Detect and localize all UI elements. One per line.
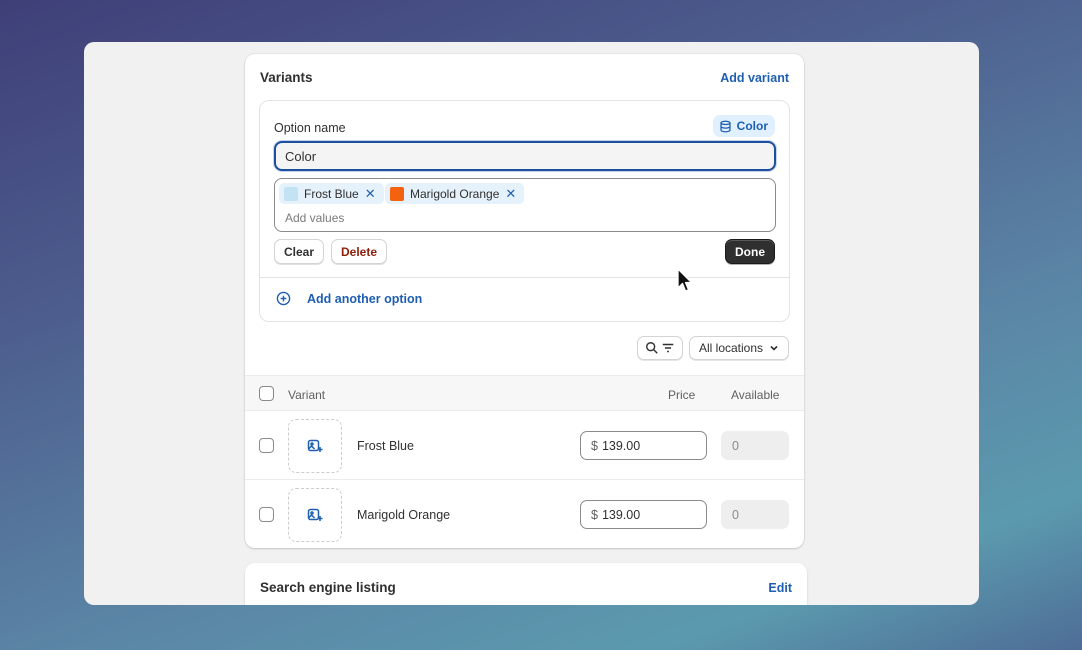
- header-variant: Variant: [288, 388, 326, 402]
- image-add-icon: [307, 439, 323, 452]
- available-field: 0: [721, 500, 789, 529]
- seo-card-title: Search engine listing: [260, 580, 396, 595]
- table-row: Marigold Orange $ 139.00 0: [245, 480, 804, 548]
- plus-circle-icon: [276, 291, 291, 306]
- add-values-input[interactable]: [285, 209, 585, 227]
- price-value: 139.00: [601, 438, 641, 453]
- app-window: Variants Add variant Option name Color F…: [84, 42, 979, 605]
- delete-button[interactable]: Delete: [331, 239, 388, 264]
- price-value: 139.00: [601, 507, 641, 522]
- locations-label: All locations: [698, 341, 764, 355]
- image-add-icon: [307, 508, 323, 521]
- value-tag-marigold-orange: Marigold Orange ✕: [385, 183, 525, 204]
- variants-card: Variants Add variant Option name Color F…: [245, 54, 804, 548]
- variants-card-title: Variants: [260, 70, 313, 85]
- option-name-label: Option name: [274, 121, 346, 135]
- currency-symbol: $: [591, 438, 598, 453]
- price-input[interactable]: $ 139.00: [580, 500, 707, 529]
- seo-edit-link[interactable]: Edit: [768, 581, 792, 595]
- row-checkbox[interactable]: [259, 507, 274, 522]
- value-tag-frost-blue: Frost Blue ✕: [279, 183, 384, 204]
- remove-value-icon[interactable]: ✕: [505, 187, 516, 200]
- database-icon: [720, 120, 731, 132]
- row-checkbox[interactable]: [259, 438, 274, 453]
- add-image-button[interactable]: [288, 488, 342, 542]
- metafield-badge[interactable]: Color: [712, 115, 775, 137]
- variants-table-header: Variant Price Available: [245, 375, 804, 411]
- add-another-option-label: Add another option: [307, 291, 423, 306]
- locations-select[interactable]: All locations: [689, 336, 789, 360]
- done-button[interactable]: Done: [725, 239, 775, 264]
- available-field: 0: [721, 431, 789, 460]
- value-tag-label: Frost Blue: [304, 186, 359, 201]
- divider: [260, 277, 789, 278]
- metafield-badge-label: Color: [736, 119, 768, 133]
- value-tag-label: Marigold Orange: [410, 186, 500, 201]
- price-input[interactable]: $ 139.00: [580, 431, 707, 460]
- color-swatch: [284, 186, 298, 201]
- table-row: Frost Blue $ 139.00 0: [245, 411, 804, 480]
- add-image-button[interactable]: [288, 419, 342, 473]
- currency-symbol: $: [591, 507, 598, 522]
- variant-name: Frost Blue: [357, 439, 414, 453]
- option-name-input[interactable]: [274, 141, 776, 171]
- header-available: Available: [731, 388, 780, 402]
- search-filter-button[interactable]: [637, 336, 683, 360]
- option-editor: Option name Color Frost Blue ✕ Ma: [259, 100, 790, 322]
- search-icon: [646, 342, 658, 354]
- search-engine-listing-card: Search engine listing Edit: [245, 563, 807, 605]
- color-swatch: [390, 186, 404, 201]
- select-all-checkbox[interactable]: [259, 386, 274, 401]
- chevron-down-icon: [770, 345, 778, 351]
- remove-value-icon[interactable]: ✕: [365, 187, 376, 200]
- option-values-field[interactable]: Frost Blue ✕ Marigold Orange ✕: [274, 178, 776, 232]
- clear-button[interactable]: Clear: [274, 239, 325, 264]
- variant-name: Marigold Orange: [357, 508, 451, 522]
- add-another-option-button[interactable]: Add another option: [276, 291, 422, 306]
- filter-icon: [662, 343, 674, 353]
- add-variant-link[interactable]: Add variant: [720, 71, 789, 85]
- header-price: Price: [668, 388, 696, 402]
